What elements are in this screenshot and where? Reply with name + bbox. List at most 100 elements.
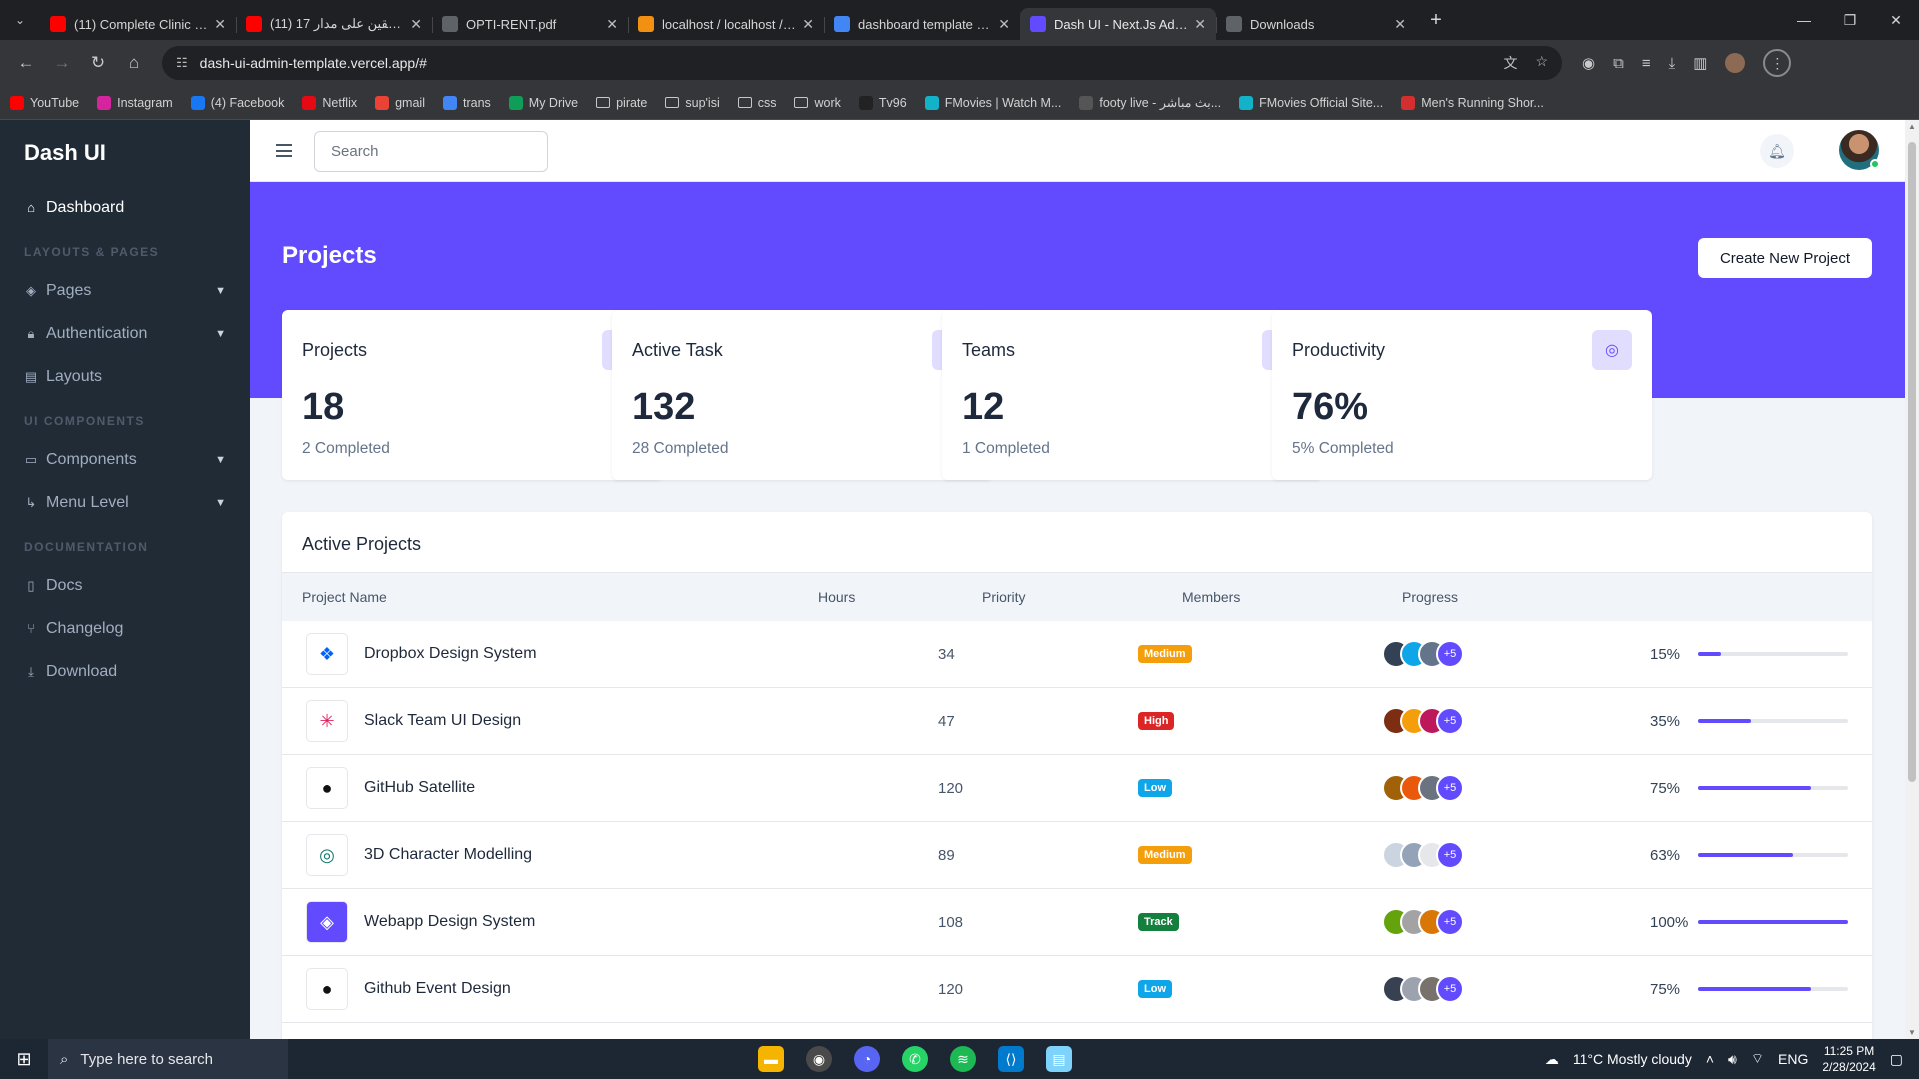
project-name[interactable]: 3D Character Modelling xyxy=(364,846,532,864)
tab-close-icon[interactable]: ✕ xyxy=(214,16,226,33)
more-members-badge[interactable]: +5 xyxy=(1436,975,1464,1003)
sidebar-item-authentication[interactable]: 🔒︎ Authentication ▼ xyxy=(0,312,250,355)
tab-close-icon[interactable]: ✕ xyxy=(802,16,814,33)
search-input[interactable] xyxy=(314,131,548,172)
sidebar-item-dashboard[interactable]: ⌂ Dashboard xyxy=(0,186,250,229)
bookmark-item[interactable]: My Drive xyxy=(508,95,578,110)
bookmark-item[interactable]: Men's Running Shor... xyxy=(1401,95,1544,110)
whatsapp-icon[interactable]: ✆ xyxy=(902,1046,928,1072)
sidebar-item-download[interactable]: ⤓ Download xyxy=(0,650,250,693)
forward-icon[interactable]: → xyxy=(44,53,80,73)
tab-search-icon[interactable]: ⌄ xyxy=(0,0,40,40)
tab-close-icon[interactable]: ✕ xyxy=(606,16,618,33)
project-name[interactable]: Dropbox Design System xyxy=(364,645,537,663)
more-members-badge[interactable]: +5 xyxy=(1436,640,1464,668)
project-name[interactable]: Github Event Design xyxy=(364,980,511,998)
file-explorer-icon[interactable]: ▬ xyxy=(758,1046,784,1072)
media-icon[interactable]: ≡ xyxy=(1642,55,1651,72)
scrollbar-thumb[interactable] xyxy=(1908,142,1916,782)
tab-close-icon[interactable]: ✕ xyxy=(410,16,422,33)
browser-tab[interactable]: (11) Complete Clinic Managem ✕ xyxy=(40,8,236,40)
bookmark-star-icon[interactable]: ☆ xyxy=(1535,53,1548,73)
table-row[interactable]: ● GitHub Satellite 120 Low +5 75% xyxy=(282,755,1872,822)
create-new-project-button[interactable]: Create New Project xyxy=(1698,238,1872,278)
tab-close-icon[interactable]: ✕ xyxy=(1194,16,1206,33)
weather-icon[interactable]: ☁ xyxy=(1545,1051,1559,1068)
bookmark-item[interactable]: trans xyxy=(442,95,491,110)
browser-tab[interactable]: Dash UI - Next.Js Admin Dashb ✕ xyxy=(1020,8,1216,40)
bookmark-item[interactable]: YouTube xyxy=(10,95,79,110)
chrome-menu-icon[interactable]: ⋮ xyxy=(1763,49,1792,77)
more-members-badge[interactable]: +5 xyxy=(1436,908,1464,936)
wifi-icon[interactable]: ⌔ xyxy=(1751,1050,1764,1068)
bookmark-item[interactable]: Tv96 xyxy=(858,95,907,110)
sidebar-item-pages[interactable]: ◈ Pages ▼ xyxy=(0,269,250,312)
browser-tab[interactable]: (11) جنن المحققين على مدار 17 ✕ xyxy=(236,8,432,40)
table-row[interactable]: ❖ Dropbox Design System 34 Medium +5 15% xyxy=(282,621,1872,688)
chrome-icon[interactable]: ◉ xyxy=(806,1046,832,1072)
user-avatar[interactable] xyxy=(1839,130,1880,170)
bookmark-item[interactable]: pirate xyxy=(596,96,647,110)
bookmark-item[interactable]: gmail xyxy=(375,95,425,110)
address-bar[interactable]: ☷ dash-ui-admin-template.vercel.app/# 文 … xyxy=(162,46,1562,80)
language-indicator[interactable]: ENG xyxy=(1778,1051,1808,1067)
table-row[interactable]: ✳ Slack Team UI Design 47 High +5 35% xyxy=(282,688,1872,755)
table-row[interactable]: ● Github Event Design 120 Low +5 75% xyxy=(282,956,1872,1023)
notification-center-icon[interactable]: ▢ xyxy=(1890,1051,1903,1068)
bookmark-item[interactable]: work xyxy=(794,96,841,110)
windows-start-icon[interactable]: ⊞ xyxy=(0,1039,48,1079)
sidebar-item-layouts[interactable]: ▤ Layouts xyxy=(0,355,250,398)
close-window-icon[interactable]: ✕ xyxy=(1873,12,1919,29)
bookmark-item[interactable]: FMovies Official Site... xyxy=(1239,95,1383,110)
volume-icon[interactable]: 🔊︎ xyxy=(1728,1051,1737,1068)
project-name[interactable]: Slack Team UI Design xyxy=(364,712,521,730)
scroll-up-icon[interactable]: ▲ xyxy=(1908,122,1916,131)
bookmark-item[interactable]: Netflix xyxy=(302,95,357,110)
taskbar-search[interactable]: ⌕ Type here to search xyxy=(48,1039,288,1079)
brand-logo[interactable]: Dash UI xyxy=(0,120,250,186)
project-name[interactable]: GitHub Satellite xyxy=(364,779,475,797)
tab-close-icon[interactable]: ✕ xyxy=(998,16,1010,33)
table-row[interactable]: ◎ 3D Character Modelling 89 Medium +5 63% xyxy=(282,822,1872,889)
notification-bell-icon[interactable]: 🔔︎ xyxy=(1760,134,1794,168)
browser-tab[interactable]: localhost / localhost / optirent ✕ xyxy=(628,8,824,40)
more-members-badge[interactable]: +5 xyxy=(1436,707,1464,735)
bookmark-item[interactable]: css xyxy=(737,96,776,110)
weather-text[interactable]: 11°C Mostly cloudy xyxy=(1573,1051,1692,1067)
more-members-badge[interactable]: +5 xyxy=(1436,841,1464,869)
sidepanel-icon[interactable]: ▥ xyxy=(1693,54,1707,72)
notepad-icon[interactable]: ▤ xyxy=(1046,1046,1072,1072)
scroll-down-icon[interactable]: ▼ xyxy=(1908,1028,1916,1037)
bookmark-item[interactable]: FMovies | Watch M... xyxy=(924,95,1061,110)
more-members-badge[interactable]: +5 xyxy=(1436,774,1464,802)
clock[interactable]: 11:25 PM 2/28/2024 xyxy=(1822,1043,1875,1075)
minimize-icon[interactable]: — xyxy=(1781,12,1827,29)
chevron-up-icon[interactable]: ˄ xyxy=(1706,1051,1714,1067)
discord-icon[interactable]: ◔ xyxy=(854,1046,880,1072)
browser-tab[interactable]: Downloads ✕ xyxy=(1216,8,1416,40)
bookmark-item[interactable]: sup'isi xyxy=(665,96,720,110)
reload-icon[interactable]: ↻ xyxy=(80,53,116,73)
table-row[interactable]: ◈ Webapp Design System 108 Track +5 100% xyxy=(282,889,1872,956)
bookmark-item[interactable]: Instagram xyxy=(97,95,173,110)
back-icon[interactable]: ← xyxy=(8,53,44,73)
sidebar-item-docs[interactable]: ▯ Docs xyxy=(0,564,250,607)
menu-toggle-icon[interactable] xyxy=(276,144,292,161)
sidebar-item-changelog[interactable]: ⑂ Changelog xyxy=(0,607,250,650)
translate-icon[interactable]: 文 xyxy=(1503,53,1517,73)
vscode-icon[interactable]: ⟨⟩ xyxy=(998,1046,1024,1072)
sidebar-item-menu-level[interactable]: ↳ Menu Level ▼ xyxy=(0,481,250,524)
tab-close-icon[interactable]: ✕ xyxy=(1394,16,1406,33)
restore-icon[interactable]: ❐ xyxy=(1827,12,1873,29)
new-tab-button[interactable]: + xyxy=(1420,9,1452,32)
browser-tab[interactable]: dashboard template free html c ✕ xyxy=(824,8,1020,40)
browser-tab[interactable]: OPTI-RENT.pdf ✕ xyxy=(432,8,628,40)
sidebar-item-components[interactable]: ▭ Components ▼ xyxy=(0,438,250,481)
site-info-icon[interactable]: ☷ xyxy=(176,55,188,71)
page-scrollbar[interactable]: ▲ ▼ xyxy=(1905,120,1919,1039)
bookmark-item[interactable]: (4) Facebook xyxy=(190,95,284,110)
puzzle-icon[interactable]: ⧉ xyxy=(1613,55,1624,72)
project-name[interactable]: Webapp Design System xyxy=(364,913,535,931)
profile-avatar[interactable] xyxy=(1725,53,1746,73)
download-icon[interactable]: ⤓ xyxy=(1669,55,1676,72)
